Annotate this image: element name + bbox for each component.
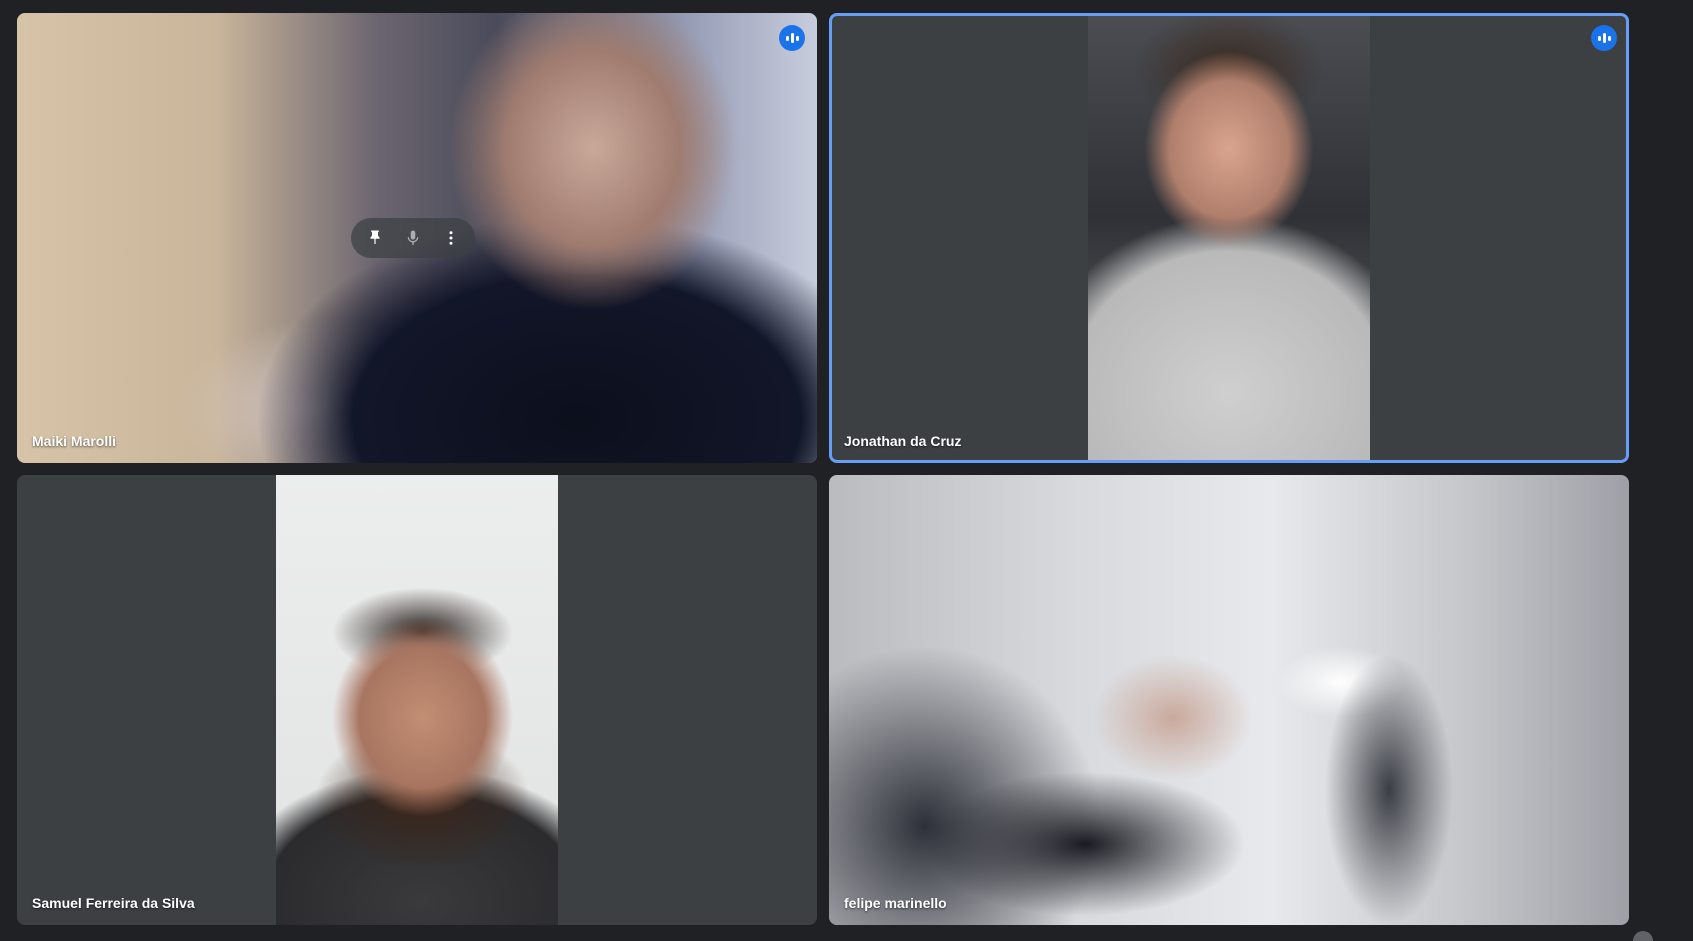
mute-button[interactable] [397, 222, 429, 254]
participant-tile[interactable]: felipe marinello [829, 475, 1629, 925]
pin-icon [370, 230, 380, 244]
meeting-grid: Maiki Marolli Jonathan da Cruz Samuel Fe… [0, 0, 1693, 941]
more-options-button[interactable] [435, 222, 467, 254]
microphone-icon [407, 230, 419, 245]
pin-button[interactable] [359, 222, 391, 254]
overflow-indicator[interactable] [1633, 931, 1653, 941]
participant-tile[interactable]: Samuel Ferreira da Silva [17, 475, 817, 925]
participant-name: Jonathan da Cruz [844, 433, 962, 449]
participant-tile[interactable]: Maiki Marolli [17, 13, 817, 463]
participant-video [1088, 16, 1370, 460]
audio-level-icon [1591, 25, 1617, 51]
participant-video [829, 475, 1629, 925]
participant-name: Samuel Ferreira da Silva [32, 895, 195, 911]
participant-video [276, 475, 558, 925]
participant-name: Maiki Marolli [32, 433, 117, 449]
participant-tile[interactable]: Jonathan da Cruz [829, 13, 1629, 463]
more-vert-icon [449, 231, 453, 245]
audio-level-icon [779, 25, 805, 51]
tile-hover-controls [351, 218, 475, 258]
participant-name: felipe marinello [844, 895, 947, 911]
